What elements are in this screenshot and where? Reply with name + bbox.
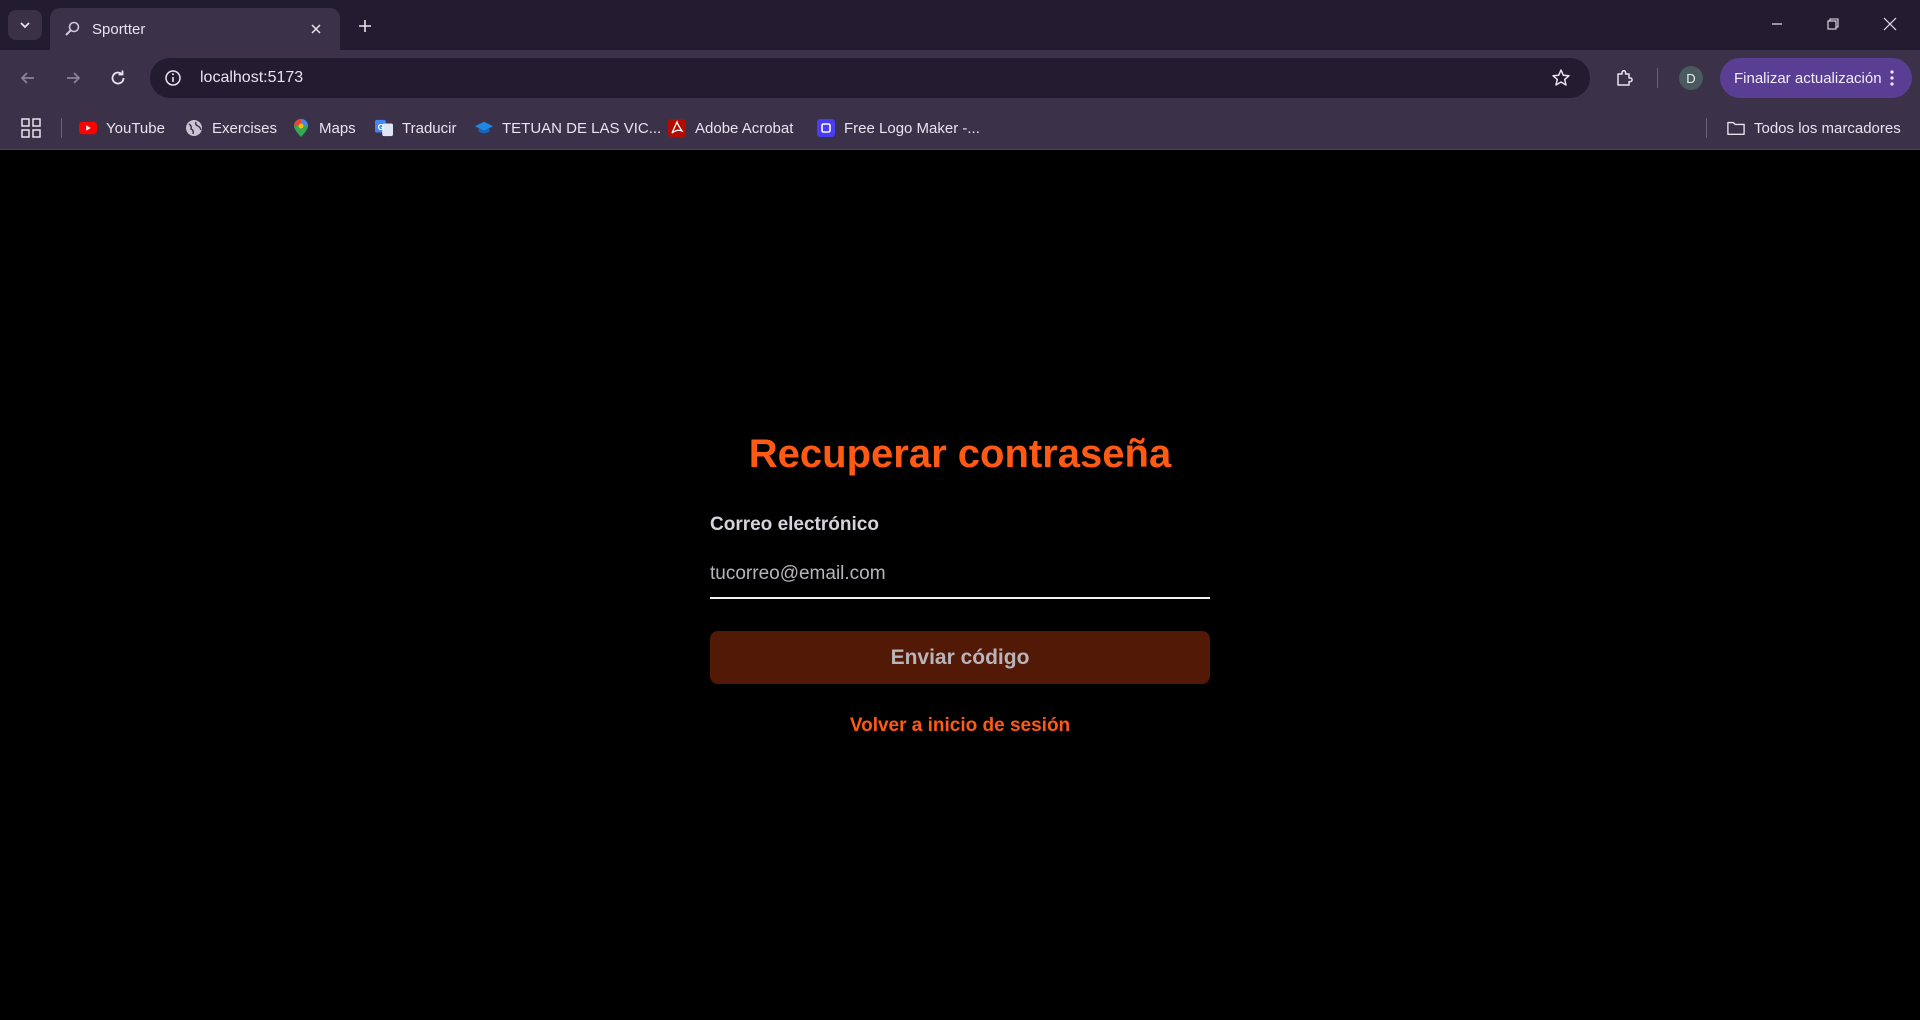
translate-icon: G <box>375 119 393 137</box>
email-field[interactable] <box>710 551 1210 599</box>
url-text[interactable]: localhost:5173 <box>200 69 1544 87</box>
youtube-icon <box>79 119 97 137</box>
extensions-button[interactable] <box>1608 62 1640 94</box>
restore-icon <box>1827 18 1839 30</box>
close-icon <box>1883 17 1897 31</box>
bookmark-traducir[interactable]: G Traducir <box>375 116 456 140</box>
minimize-icon <box>1772 23 1782 25</box>
maps-pin-icon <box>292 119 310 137</box>
puzzle-icon <box>1617 69 1633 86</box>
address-bar[interactable]: localhost:5173 <box>150 58 1590 98</box>
bookmark-star-icon[interactable] <box>1544 61 1578 95</box>
folder-icon <box>1727 119 1745 137</box>
minimize-button[interactable] <box>1754 8 1800 40</box>
bookmark-adobe-acrobat[interactable]: Adobe Acrobat <box>668 116 793 140</box>
email-label: Correo electrónico <box>710 514 879 535</box>
update-button[interactable]: Finalizar actualización <box>1720 58 1912 98</box>
restore-button[interactable] <box>1810 8 1856 40</box>
bookmark-free-logo-maker[interactable]: Free Logo Maker -... <box>817 116 980 140</box>
all-bookmarks-folder[interactable]: Todos los marcadores <box>1727 116 1901 140</box>
bookmark-exercises[interactable]: Exercises <box>185 116 277 140</box>
plus-icon <box>359 20 371 32</box>
apps-grid-icon[interactable] <box>20 117 42 139</box>
back-button[interactable] <box>12 62 44 94</box>
page-title: Recuperar contraseña <box>748 432 1172 476</box>
update-button-label: Finalizar actualización <box>1734 69 1882 87</box>
browser-toolbar: localhost:5173 D Finalizar actualización <box>0 50 1920 106</box>
chevron-down-icon <box>20 22 30 29</box>
profile-avatar[interactable]: D <box>1679 66 1703 90</box>
more-options-icon[interactable] <box>1882 68 1902 88</box>
tab-sportter[interactable]: Sportter <box>50 8 340 50</box>
tab-search-button[interactable] <box>8 10 42 40</box>
back-to-login-link[interactable]: Volver a inicio de sesión <box>0 715 1920 737</box>
bookmarks-bar: YouTube Exercises Maps G Traducir TETUAN… <box>0 106 1920 150</box>
new-tab-button[interactable] <box>352 13 378 39</box>
arrow-left-icon <box>20 72 34 84</box>
bookmarks-divider <box>1706 118 1707 138</box>
bookmarks-divider <box>61 118 62 138</box>
forward-button[interactable] <box>57 62 89 94</box>
acrobat-icon <box>668 119 686 137</box>
arrow-right-icon <box>67 72 81 84</box>
svg-text:G: G <box>378 123 384 132</box>
tab-strip: Sportter <box>0 0 1920 50</box>
graduation-cap-icon <box>475 119 493 137</box>
logo-maker-icon <box>817 119 835 137</box>
reload-button[interactable] <box>102 62 134 94</box>
bookmark-youtube[interactable]: YouTube <box>79 116 165 140</box>
send-code-button[interactable]: Enviar código <box>710 631 1210 684</box>
tab-title: Sportter <box>92 20 146 38</box>
close-window-button[interactable] <box>1867 8 1913 40</box>
close-tab-icon[interactable] <box>306 19 326 39</box>
site-info-icon[interactable] <box>156 61 190 95</box>
sportter-favicon-icon <box>65 21 80 36</box>
page-content: Recuperar contraseña Correo electrónico … <box>0 151 1920 1020</box>
bookmark-tetuan[interactable]: TETUAN DE LAS VIC... <box>475 116 661 140</box>
toolbar-divider <box>1657 68 1658 88</box>
reload-icon <box>111 70 125 85</box>
bookmark-maps[interactable]: Maps <box>292 116 356 140</box>
globe-icon <box>185 119 203 137</box>
